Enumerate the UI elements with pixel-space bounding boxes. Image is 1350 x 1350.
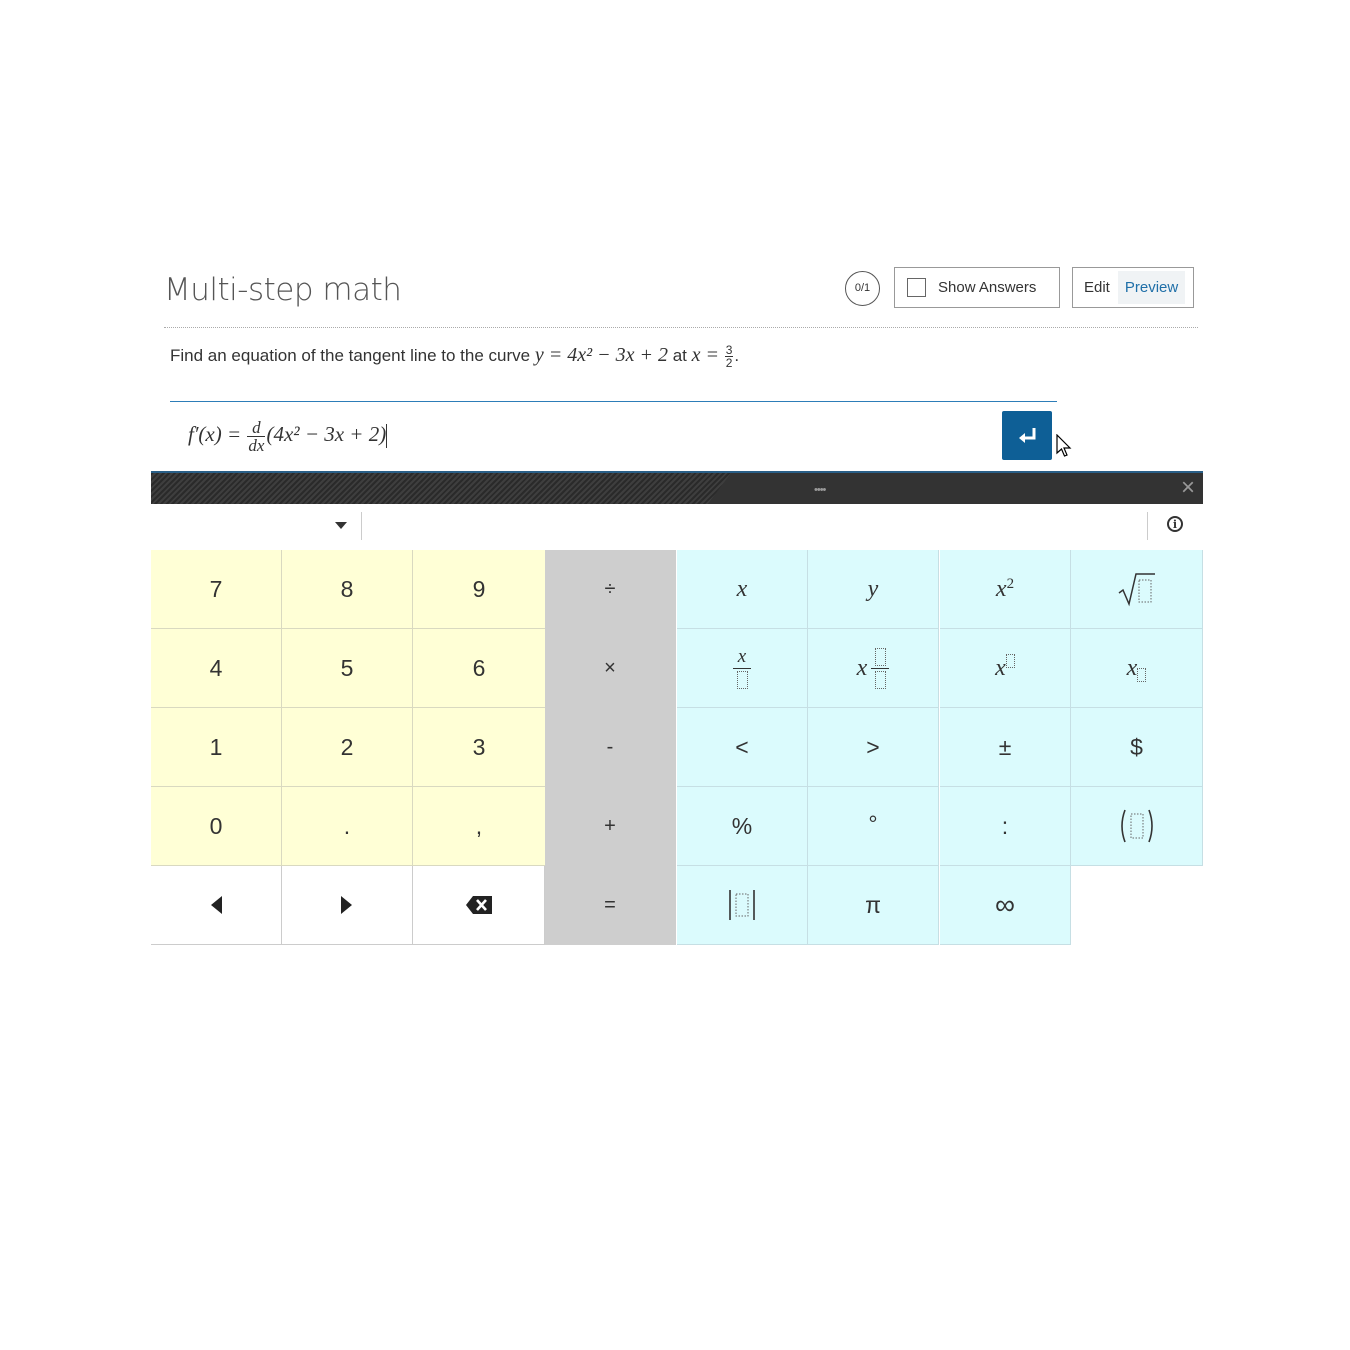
show-answers-toggle[interactable]: Show Answers xyxy=(894,267,1060,308)
key-x-squared-base: x xyxy=(995,575,1007,602)
key-less-than[interactable]: < xyxy=(677,708,808,787)
key-5[interactable]: 5 xyxy=(282,629,413,708)
drag-grip-icon[interactable]: •••• xyxy=(814,484,826,496)
key-x-squared[interactable]: x2 xyxy=(940,550,1071,629)
key-7[interactable]: 7 xyxy=(151,550,282,629)
key-y-label: y xyxy=(867,575,879,602)
derivative-numerator: d xyxy=(247,419,266,437)
info-icon[interactable]: i xyxy=(1167,516,1183,532)
key-plus-minus[interactable]: ± xyxy=(940,708,1071,787)
toolbar-separator xyxy=(361,512,362,540)
key-0[interactable]: 0 xyxy=(151,787,282,866)
question-condition: x = xyxy=(691,344,719,366)
key-dollar[interactable]: $ xyxy=(1071,708,1203,787)
key-x-label: x xyxy=(736,575,748,602)
key-9[interactable]: 9 xyxy=(413,550,545,629)
mixed-fraction-icon xyxy=(871,647,890,689)
question-suffix: . xyxy=(734,346,740,365)
answer-lhs: f′(x) = xyxy=(188,422,242,446)
key-decimal[interactable]: . xyxy=(282,787,413,866)
text-caret xyxy=(386,424,388,449)
key-multiply[interactable]: × xyxy=(545,629,676,708)
edit-preview-switch: Edit Preview xyxy=(1072,267,1194,308)
question-text: Find an equation of the tangent line to … xyxy=(170,341,739,370)
subscript-placeholder-icon xyxy=(1137,668,1147,682)
key-subscript[interactable]: x xyxy=(1071,629,1203,708)
key-2[interactable]: 2 xyxy=(282,708,413,787)
answer-divider xyxy=(170,401,1057,402)
preview-button[interactable]: Preview xyxy=(1117,271,1186,304)
absolute-value-icon xyxy=(729,890,755,920)
keyboard-mode-dropdown-icon[interactable] xyxy=(335,522,347,529)
key-cursor-right[interactable] xyxy=(282,866,413,945)
key-absolute-value[interactable] xyxy=(677,866,808,945)
key-divide[interactable]: ÷ xyxy=(545,550,676,629)
show-answers-label: Show Answers xyxy=(938,279,1037,296)
parentheses-icon xyxy=(1120,809,1153,843)
key-4[interactable]: 4 xyxy=(151,629,282,708)
key-greater-than[interactable]: > xyxy=(808,708,939,787)
key-3[interactable]: 3 xyxy=(413,708,545,787)
question-middle: at xyxy=(672,346,687,365)
key-6[interactable]: 6 xyxy=(413,629,545,708)
key-x[interactable]: x xyxy=(677,550,808,629)
page-title: Multi-step math xyxy=(164,272,402,308)
key-cursor-left[interactable] xyxy=(151,866,282,945)
question-equation: y = 4x² − 3x + 2 xyxy=(534,344,668,366)
enter-icon xyxy=(1019,428,1036,443)
key-minus[interactable]: - xyxy=(545,708,676,787)
sqrt-icon xyxy=(1118,573,1155,607)
answer-expression: (4x² − 3x + 2) xyxy=(266,422,387,446)
arrow-right-icon xyxy=(341,896,352,914)
key-8[interactable]: 8 xyxy=(282,550,413,629)
key-y[interactable]: y xyxy=(808,550,939,629)
key-backspace[interactable] xyxy=(413,866,545,945)
fraction-icon: x xyxy=(733,645,751,689)
key-mixed-fraction[interactable]: x xyxy=(808,629,939,708)
key-colon[interactable]: : xyxy=(940,787,1071,866)
backspace-icon xyxy=(465,896,492,914)
key-degree[interactable]: ° xyxy=(808,787,939,866)
math-answer-input[interactable]: f′(x) = d dx (4x² − 3x + 2) xyxy=(188,414,388,455)
key-fraction-numerator: x xyxy=(737,645,747,667)
key-pi[interactable]: π xyxy=(808,866,939,945)
question-prefix: Find an equation of the tangent line to … xyxy=(170,346,531,365)
key-superscript[interactable]: x xyxy=(940,629,1071,708)
superscript-placeholder-icon xyxy=(1005,654,1015,668)
derivative-fraction: d dx xyxy=(247,419,266,455)
key-plus[interactable]: + xyxy=(545,787,676,866)
derivative-denominator: dx xyxy=(248,435,265,455)
key-superscript-base: x xyxy=(995,654,1006,681)
key-infinity[interactable]: ∞ xyxy=(940,866,1071,945)
key-sqrt[interactable] xyxy=(1071,550,1203,629)
arrow-left-icon xyxy=(211,896,222,914)
toolbar-separator xyxy=(1147,512,1148,540)
key-fraction[interactable]: x xyxy=(677,629,808,708)
condition-fraction: 3 2 xyxy=(724,344,734,371)
keyboard-toolbar: i xyxy=(151,504,1203,549)
edit-button[interactable]: Edit xyxy=(1076,271,1118,304)
header-divider xyxy=(164,327,1198,328)
show-answers-checkbox[interactable] xyxy=(907,278,926,297)
mouse-pointer-icon xyxy=(1056,434,1072,457)
keyboard-drag-bar[interactable]: •••• × xyxy=(151,471,1203,504)
key-comma[interactable]: , xyxy=(413,787,545,866)
submit-button[interactable] xyxy=(1002,411,1052,460)
key-parentheses[interactable] xyxy=(1071,787,1203,866)
score-badge: 0/1 xyxy=(845,271,880,306)
close-icon[interactable]: × xyxy=(1181,476,1195,500)
key-x-squared-exp: 2 xyxy=(1006,575,1015,592)
key-1[interactable]: 1 xyxy=(151,708,282,787)
keyboard-bar-stripes xyxy=(151,473,731,504)
condition-denominator: 2 xyxy=(725,356,733,371)
key-mixed-fraction-whole: x xyxy=(856,654,868,681)
key-percent[interactable]: % xyxy=(677,787,808,866)
key-subscript-base: x xyxy=(1126,654,1138,681)
key-equals[interactable]: = xyxy=(545,866,676,945)
